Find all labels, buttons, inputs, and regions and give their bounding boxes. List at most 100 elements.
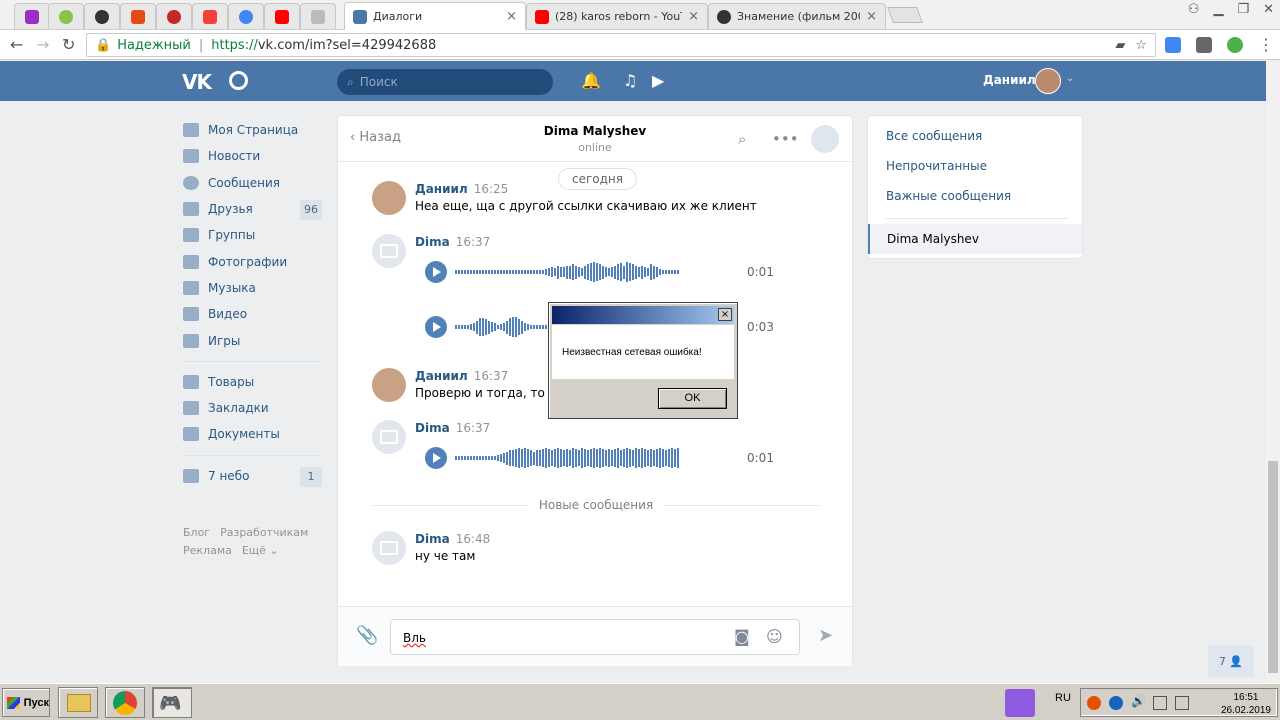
paperclip-icon[interactable]: 📎	[356, 625, 378, 646]
vk-logo[interactable]: VK	[182, 70, 212, 94]
extension-icon[interactable]	[1227, 37, 1243, 53]
search-icon[interactable]: ⌕	[738, 130, 746, 148]
camera-avatar-icon[interactable]	[372, 420, 406, 454]
menu-item-my-page[interactable]: Моя Страница	[180, 117, 330, 143]
friends-count-badge[interactable]: 96	[300, 199, 322, 220]
tab-dialogs[interactable]: Диалоги ×	[344, 2, 526, 30]
back-arrow-icon[interactable]: ←	[10, 35, 23, 54]
menu-item-documents[interactable]: Документы	[180, 421, 330, 447]
translate-extension-icon[interactable]	[1165, 37, 1181, 53]
pinned-tab[interactable]	[120, 3, 156, 29]
music-icon[interactable]: ♫	[623, 71, 637, 90]
camera-avatar-icon[interactable]	[372, 531, 406, 565]
pinned-tab[interactable]	[264, 3, 300, 29]
waveform[interactable]	[455, 261, 679, 283]
footer-link-developers[interactable]: Разработчикам	[220, 526, 308, 539]
menu-item-news[interactable]: Новости	[180, 143, 330, 169]
chrome-menu-icon[interactable]: ⋮	[1258, 35, 1274, 54]
microphone-icon[interactable]	[1005, 689, 1035, 717]
message-author[interactable]: Даниил 16:25	[415, 182, 508, 196]
start-button[interactable]: Пуск	[2, 688, 50, 717]
waveform[interactable]	[455, 447, 679, 469]
chevron-down-icon[interactable]: ⌄	[1066, 73, 1074, 84]
menu-item-games[interactable]: Игры	[180, 327, 330, 353]
dialog-titlebar[interactable]: ×	[552, 306, 734, 324]
scrollbar-thumb[interactable]	[1268, 461, 1278, 673]
camera-icon[interactable]: ◙	[734, 627, 750, 646]
page-scrollbar[interactable]	[1266, 61, 1280, 683]
pinned-tab[interactable]	[14, 3, 50, 29]
author-avatar[interactable]	[372, 181, 406, 215]
chrome-taskbar-button[interactable]	[105, 687, 145, 718]
explorer-taskbar-button[interactable]	[58, 687, 98, 718]
pinned-tab[interactable]	[228, 3, 264, 29]
tab-film[interactable]: Знамение (фильм 2009) - с ×	[708, 3, 886, 29]
user-name[interactable]: Даниил	[983, 73, 1036, 87]
language-indicator[interactable]: RU	[1055, 692, 1071, 704]
camera-avatar-icon[interactable]	[372, 234, 406, 268]
tray-app-icon[interactable]	[1175, 696, 1189, 710]
menu-item-friends[interactable]: Друзья 96	[180, 196, 330, 222]
play-icon[interactable]	[425, 447, 447, 469]
restore-icon[interactable]: ❐	[1237, 2, 1249, 17]
tray-app-icon[interactable]	[1087, 696, 1101, 710]
app-count-badge[interactable]: 1	[300, 466, 322, 487]
pinned-tab[interactable]	[300, 3, 336, 29]
new-tab-button[interactable]	[887, 7, 923, 23]
menu-item-market[interactable]: Товары	[180, 369, 330, 395]
menu-item-music[interactable]: Музыка	[180, 275, 330, 301]
message-author[interactable]: Dima 16:37	[415, 421, 490, 435]
filter-all-messages[interactable]: Все сообщения	[886, 129, 982, 143]
network-icon[interactable]	[1153, 696, 1167, 710]
footer-link-blog[interactable]: Блог	[183, 526, 210, 539]
play-icon[interactable]	[425, 316, 447, 338]
pinned-tab[interactable]	[48, 3, 84, 29]
tray-app-icon[interactable]	[1109, 696, 1123, 710]
online-friends-widget[interactable]: 7 👤	[1208, 645, 1254, 677]
tab-close-icon[interactable]: ×	[866, 9, 877, 24]
minimize-icon[interactable]: ▁	[1213, 2, 1223, 17]
footer-link-more[interactable]: Ещё ⌄	[242, 544, 279, 557]
play-icon[interactable]	[425, 261, 447, 283]
reload-icon[interactable]: ↻	[62, 35, 75, 54]
menu-item-groups[interactable]: Группы	[180, 222, 330, 248]
volume-icon[interactable]: 🔊	[1131, 694, 1146, 708]
ok-button[interactable]: OK	[658, 388, 727, 409]
close-icon[interactable]: ×	[718, 308, 732, 321]
active-dialog-item[interactable]: Dima Malyshev	[868, 224, 1082, 254]
tab-close-icon[interactable]: ×	[506, 9, 517, 24]
user-avatar[interactable]	[1035, 68, 1061, 94]
more-actions-icon[interactable]: •••	[772, 130, 799, 148]
menu-item-bookmarks[interactable]: Закладки	[180, 395, 330, 421]
contact-avatar-camera-icon[interactable]	[811, 125, 839, 153]
pinned-tab[interactable]	[192, 3, 228, 29]
search-input[interactable]: ⌕ Поиск	[337, 69, 553, 95]
menu-item-video[interactable]: Видео	[180, 301, 330, 327]
filter-important[interactable]: Важные сообщения	[886, 189, 1011, 203]
game-taskbar-button[interactable]: 🎮	[152, 687, 192, 718]
extension-icon[interactable]	[1196, 37, 1212, 53]
tab-youtube[interactable]: (28) karos reborn - YouTube ×	[526, 3, 708, 29]
menu-item-7-nebo[interactable]: 7 небо 1	[180, 463, 330, 489]
games-icon[interactable]	[229, 71, 248, 90]
message-author[interactable]: Dima 16:48	[415, 532, 490, 546]
message-author[interactable]: Даниил 16:37	[415, 369, 508, 383]
bookmark-star-icon[interactable]: ☆	[1135, 38, 1147, 53]
address-bar[interactable]: 🔒 Надежный | https:// vk.com/im?sel=4299…	[86, 33, 1156, 57]
message-author[interactable]: Dima 16:37	[415, 235, 490, 249]
send-icon[interactable]: ➤	[818, 625, 833, 646]
camera-blocked-icon[interactable]: ▰	[1115, 38, 1125, 53]
play-music-icon[interactable]: ▶	[652, 71, 664, 90]
pinned-tab[interactable]	[156, 3, 192, 29]
menu-item-photos[interactable]: Фотографии	[180, 248, 330, 274]
footer-link-ads[interactable]: Реклама	[183, 544, 232, 557]
close-window-icon[interactable]: ✕	[1263, 2, 1274, 17]
forward-arrow-icon[interactable]: →	[36, 35, 49, 54]
profile-icon[interactable]: ⚇	[1188, 2, 1200, 17]
pinned-tab[interactable]	[84, 3, 120, 29]
system-clock[interactable]: 16:51 26.02.2019	[1221, 691, 1271, 717]
author-avatar[interactable]	[372, 368, 406, 402]
menu-item-messages[interactable]: Сообщения	[180, 170, 330, 196]
filter-unread[interactable]: Непрочитанные	[886, 159, 987, 173]
emoji-icon[interactable]: ☺	[766, 627, 783, 646]
